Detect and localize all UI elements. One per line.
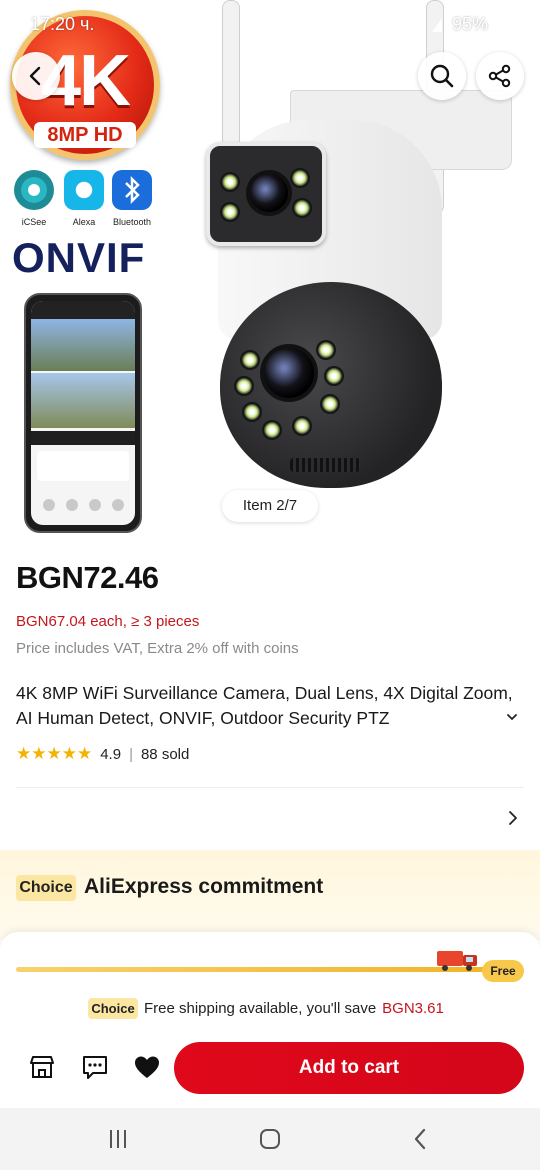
alexa-logo-icon xyxy=(64,170,104,210)
delivery-truck-icon xyxy=(437,951,477,971)
share-icon xyxy=(488,64,511,88)
camera-lens xyxy=(260,344,318,402)
choice-badge-small: Choice xyxy=(88,998,138,1019)
share-button[interactable] xyxy=(476,52,524,100)
battery-percent: 95% xyxy=(451,14,488,34)
chevron-right-icon[interactable] xyxy=(506,810,520,826)
status-time: 17:20 ч. xyxy=(30,14,95,34)
rating-separator: | xyxy=(129,745,133,763)
free-shipping-progress xyxy=(16,967,496,972)
divider xyxy=(16,787,524,788)
heart-icon xyxy=(135,1056,159,1078)
home-icon xyxy=(260,1129,280,1149)
system-back-button[interactable] xyxy=(400,1126,440,1152)
store-button[interactable] xyxy=(25,1050,59,1084)
alarm-icon xyxy=(351,16,368,33)
signal-icon xyxy=(431,17,442,32)
app-caption-bluetooth: Bluetooth xyxy=(112,217,152,227)
phone-screen-house-image-2 xyxy=(31,373,135,428)
add-to-cart-button[interactable]: Add to cart xyxy=(174,1042,524,1094)
status-icons: 95% xyxy=(351,14,510,35)
bluetooth-status-icon xyxy=(377,16,394,33)
gallery-counter: Item 2/7 xyxy=(222,490,318,522)
search-button[interactable] xyxy=(418,52,466,100)
back-arrow-icon xyxy=(414,1128,426,1150)
phone-screen xyxy=(31,301,135,525)
phone-screen-controls xyxy=(31,431,135,445)
recent-apps-button[interactable] xyxy=(98,1126,138,1152)
bulk-price: BGN67.04 each, ≥ 3 pieces xyxy=(16,613,200,630)
chevron-down-icon[interactable] xyxy=(506,711,518,723)
chevron-left-icon xyxy=(29,66,41,86)
vat-note: Price includes VAT, Extra 2% off with co… xyxy=(16,640,299,657)
icsee-logo-icon xyxy=(14,170,54,210)
product-price: BGN72.46 xyxy=(16,560,159,595)
sold-count: 88 sold xyxy=(140,745,190,763)
led-light xyxy=(324,366,344,386)
search-icon xyxy=(430,64,454,88)
led-light xyxy=(292,198,312,218)
speaker-grille xyxy=(290,458,360,472)
back-button[interactable] xyxy=(12,52,60,100)
product-title[interactable]: 4K 8MP WiFi Surveillance Camera, Dual Le… xyxy=(16,681,516,731)
led-light xyxy=(234,376,254,396)
status-bar: 17:20 ч. 95% xyxy=(0,0,540,50)
commitment-title: AliExpress commitment xyxy=(84,875,324,898)
badge-8mp-text: 8MP HD xyxy=(34,122,136,148)
onvif-logo: ONVIF xyxy=(12,234,146,281)
led-light xyxy=(262,420,282,440)
led-light xyxy=(220,172,240,192)
choice-badge: Choice xyxy=(16,875,76,901)
battery-icon xyxy=(498,15,510,34)
led-light xyxy=(242,402,262,422)
recent-apps-icon xyxy=(110,1130,126,1148)
led-light xyxy=(240,350,260,370)
home-button[interactable] xyxy=(250,1126,290,1152)
wifi-icon xyxy=(403,17,422,32)
rating-value: 4.9 xyxy=(100,745,122,763)
led-light xyxy=(290,168,310,188)
upper-lens-module xyxy=(206,142,326,246)
free-shipping-pill: Free xyxy=(482,960,524,982)
shipping-text: Free shipping available, you'll save xyxy=(144,1000,377,1017)
store-icon xyxy=(30,1056,54,1078)
phone-screen-house-image xyxy=(31,319,135,371)
led-light xyxy=(292,416,312,436)
led-light xyxy=(220,202,240,222)
phone-screen-card xyxy=(37,451,129,481)
system-navigation-bar xyxy=(0,1108,540,1170)
phone-screen-header xyxy=(31,301,135,319)
rating-row[interactable]: ★★★★★ 4.9 | 88 sold xyxy=(16,744,189,764)
wishlist-button[interactable] xyxy=(130,1050,164,1084)
star-rating-icon: ★★★★★ xyxy=(16,744,93,763)
chat-icon xyxy=(83,1056,107,1079)
lower-dome xyxy=(220,282,442,488)
camera-lens xyxy=(246,170,292,216)
shipping-message: Choice Free shipping available, you'll s… xyxy=(88,998,444,1019)
led-light xyxy=(320,394,340,414)
led-light xyxy=(316,340,336,360)
phone-app-preview xyxy=(24,293,142,533)
bluetooth-logo-icon xyxy=(112,170,152,210)
shipping-savings: BGN3.61 xyxy=(382,1000,444,1017)
product-image-gallery[interactable]: 17:20 ч. 95% 4K 8MP HD iCSee Alexa Bluet… xyxy=(0,0,540,540)
chat-button[interactable] xyxy=(78,1050,112,1084)
phone-screen-menu xyxy=(37,487,129,523)
